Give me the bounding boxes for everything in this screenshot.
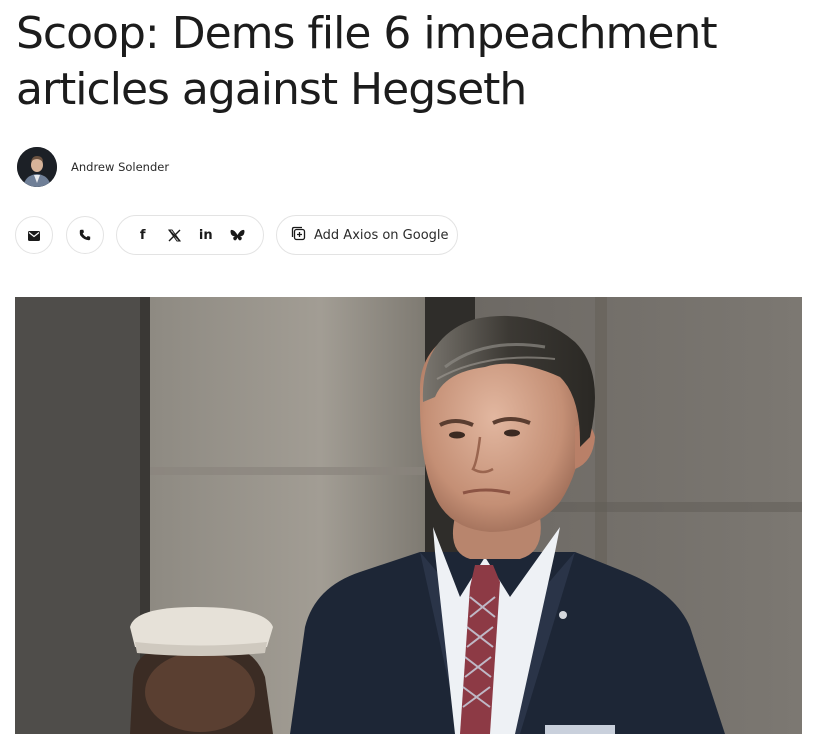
add-axios-on-google-label: Add Axios on Google xyxy=(314,227,449,243)
add-axios-on-google-button[interactable]: Add Axios on Google xyxy=(276,215,458,255)
phone-share-button[interactable] xyxy=(66,216,104,254)
author-name[interactable]: Andrew Solender xyxy=(71,160,169,174)
linkedin-icon[interactable]: in xyxy=(195,224,217,246)
article-headline: Scoop: Dems file 6 impeachment articles … xyxy=(16,8,718,115)
social-share-group: f in xyxy=(116,215,264,255)
facebook-icon[interactable]: f xyxy=(132,224,154,246)
add-source-icon xyxy=(291,226,306,245)
bluesky-icon[interactable] xyxy=(226,224,248,246)
email-share-button[interactable] xyxy=(15,216,53,254)
envelope-icon xyxy=(28,226,40,245)
phone-icon xyxy=(79,226,91,245)
byline: Andrew Solender xyxy=(17,147,169,187)
x-icon[interactable] xyxy=(163,224,185,246)
share-bar: f in Add Axios on Google xyxy=(15,215,458,255)
author-avatar[interactable] xyxy=(17,147,57,187)
hero-image xyxy=(15,297,802,734)
hero-photo xyxy=(15,297,802,734)
